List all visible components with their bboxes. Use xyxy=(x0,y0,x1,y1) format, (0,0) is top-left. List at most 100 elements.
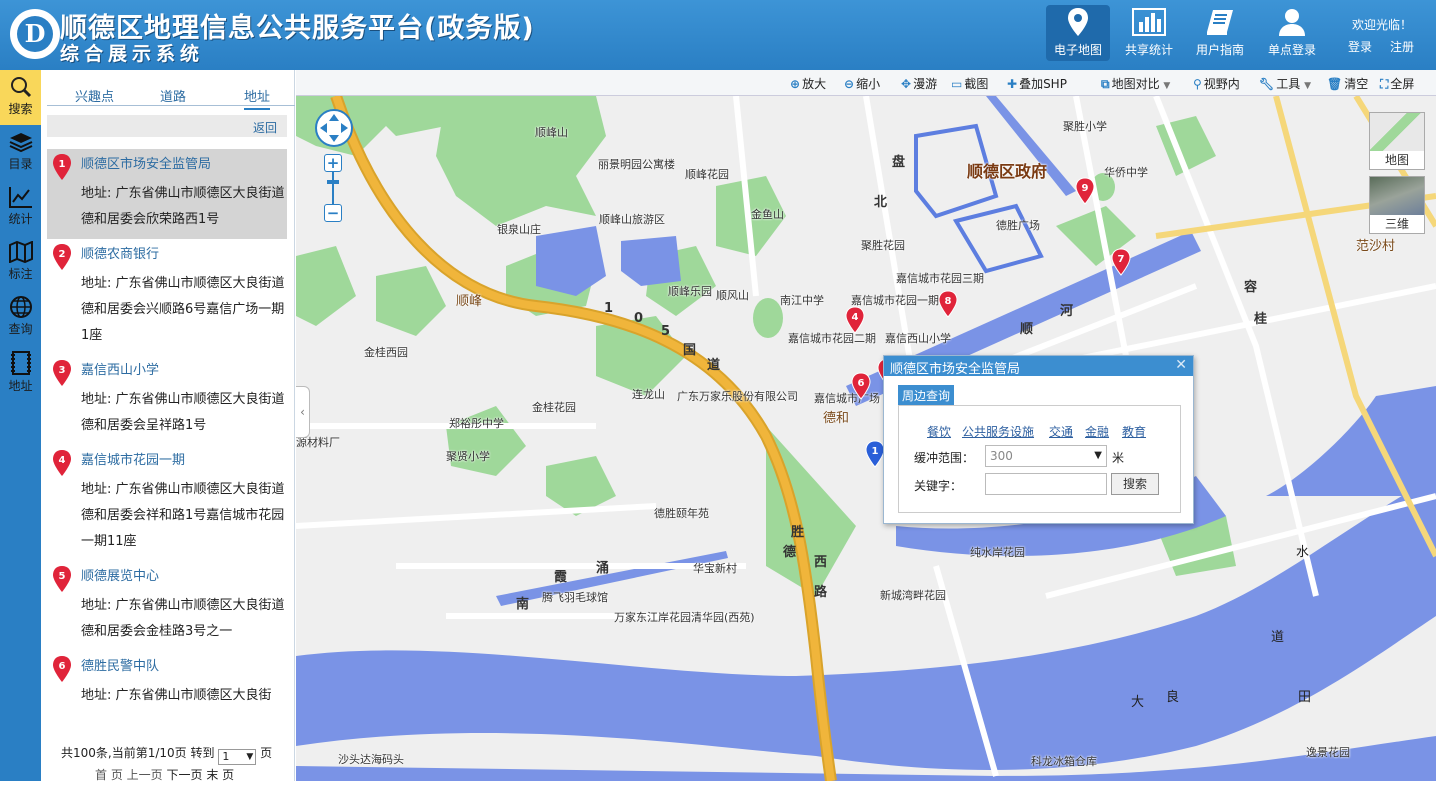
nav-shared-stats[interactable]: 共享统计 xyxy=(1117,5,1181,61)
tool-in-view[interactable]: ⚲ 视野内 xyxy=(1193,75,1240,92)
result-name[interactable]: 顺德区市场安全监管局 xyxy=(81,155,287,175)
first-page-link[interactable]: 首 页 xyxy=(95,768,123,782)
screenshot-icon: ▭ xyxy=(951,77,963,91)
nav-single-login[interactable]: 单点登录 xyxy=(1260,5,1324,61)
register-link[interactable]: 注册 xyxy=(1390,38,1414,55)
category-education[interactable]: 教育 xyxy=(1122,423,1146,440)
result-name[interactable]: 顺德展览中心 xyxy=(81,567,287,587)
nav-user-guide[interactable]: 用户指南 xyxy=(1188,5,1252,61)
sidebar-item-catalog[interactable]: 目录 xyxy=(0,125,41,180)
map-label: 南江中学 xyxy=(780,294,824,307)
tool-overlay-shp[interactable]: ✚ 叠加SHP xyxy=(1007,75,1067,92)
map-label: 广东万家乐股份有限公司 xyxy=(677,390,798,403)
layers-icon xyxy=(9,133,32,153)
category-transport[interactable]: 交通 xyxy=(1049,423,1073,440)
nav-electronic-map[interactable]: 电子地图 xyxy=(1046,5,1110,61)
pan-control[interactable] xyxy=(314,108,354,151)
result-item[interactable]: 6 德胜民警中队 地址: 广东省佛山市顺德区大良街 xyxy=(47,651,287,715)
tab-poi[interactable]: 兴趣点 xyxy=(75,86,114,105)
result-name[interactable]: 嘉信西山小学 xyxy=(81,361,287,381)
search-panel: 兴趣点 道路 地址 返回 1 顺德区市场安全监管局地址: 广东省佛山市顺德区大良街… xyxy=(41,70,329,782)
tool-zoom-out[interactable]: ⊖ 缩小 xyxy=(844,75,880,92)
back-bar: 返回 xyxy=(47,115,287,137)
map-label: 顺风山 xyxy=(716,289,749,302)
login-link[interactable]: 登录 xyxy=(1348,38,1372,55)
tool-zoom-in[interactable]: ⊕ 放大 xyxy=(790,75,826,92)
category-dining[interactable]: 餐饮 xyxy=(927,423,951,440)
road-label: 容 xyxy=(1244,280,1258,295)
keyword-input[interactable] xyxy=(985,473,1107,495)
result-name[interactable]: 顺德农商银行 xyxy=(81,245,287,265)
svg-text:4: 4 xyxy=(852,312,859,323)
search-icon xyxy=(10,77,31,98)
chevron-down-icon: ▼ xyxy=(1094,450,1102,461)
road-label: 5 xyxy=(661,324,671,339)
result-item[interactable]: 5 顺德展览中心 地址: 广东省佛山市顺德区大良街道德和居委会金桂路3号之一 xyxy=(47,561,287,651)
globe-icon xyxy=(9,296,32,318)
map-result-pin[interactable]: 6 xyxy=(850,372,872,403)
sidebar-item-search[interactable]: 搜索 xyxy=(0,70,41,125)
page-select[interactable]: 1 ▼ xyxy=(218,749,257,765)
collapse-panel-button[interactable]: ‹ xyxy=(296,386,310,438)
result-item[interactable]: 3 嘉信西山小学 地址: 广东省佛山市顺德区大良街道德和居委会呈祥路1号 xyxy=(47,355,287,445)
result-item[interactable]: 1 顺德区市场安全监管局 地址: 广东省佛山市顺德区大良街道德和居委会欣荣路西1号 xyxy=(47,149,287,239)
search-button[interactable]: 搜索 xyxy=(1111,473,1159,495)
next-page-link[interactable]: 下一页 xyxy=(167,768,203,782)
pager: 共100条,当前第1/10页 转到 1 ▼ 页 首 页 上一页 下一页 末 页 xyxy=(61,744,291,782)
basemap-3d[interactable]: 三维 xyxy=(1369,176,1425,234)
tab-nearby-query[interactable]: 周边查询 xyxy=(898,385,955,405)
tab-address[interactable]: 地址 xyxy=(244,86,271,110)
buffer-select[interactable]: 300 ▼ xyxy=(985,445,1107,467)
map-result-pin[interactable]: 7 xyxy=(1110,248,1132,279)
map-label: 聚贤小学 xyxy=(446,450,490,463)
tab-road[interactable]: 道路 xyxy=(160,86,186,105)
road-label: 1 xyxy=(604,301,614,316)
tool-tools[interactable]: 🔧︎ 工具 ▼ xyxy=(1259,75,1311,92)
category-public-facility[interactable]: 公共服务设施 xyxy=(962,423,1034,440)
zoom-out-button[interactable]: − xyxy=(324,204,342,222)
tool-fullscreen[interactable]: ⛶ 全屏 xyxy=(1380,75,1414,92)
zoom-in-button[interactable]: + xyxy=(324,154,342,172)
svg-text:2: 2 xyxy=(59,249,66,260)
result-item[interactable]: 2 顺德农商银行 地址: 广东省佛山市顺德区大良街道德和居委会兴顺路6号嘉信广场一期… xyxy=(47,239,287,355)
map-label: 华侨中学 xyxy=(1104,166,1148,179)
category-finance[interactable]: 金融 xyxy=(1085,423,1109,440)
last-page-link[interactable]: 末 页 xyxy=(206,768,234,782)
map-result-pin[interactable]: 4 xyxy=(844,306,866,337)
map-canvas[interactable]: 顺峰山 丽景明园公寓楼 顺峰花园 银泉山庄 顺峰山旅游区 金鱼山 顺峰乐园 顺风… xyxy=(296,96,1436,781)
svg-text:4: 4 xyxy=(59,455,66,466)
back-link[interactable]: 返回 xyxy=(253,119,277,136)
result-name[interactable]: 嘉信城市花园一期 xyxy=(81,451,287,471)
info-popup: 顺德区市场安全监管局 ✕ 周边查询 餐饮 公共服务设施 交通 金融 教育 缓冲范… xyxy=(883,355,1194,524)
nearby-query-form: 餐饮 公共服务设施 交通 金融 教育 缓冲范围： 300 ▼ 米 关键字： 搜索 xyxy=(898,405,1181,513)
tool-map-compare[interactable]: ⧉ 地图对比 ▼ xyxy=(1101,75,1170,92)
svg-text:1: 1 xyxy=(59,159,66,170)
map-pin-icon: 2 xyxy=(51,243,73,274)
sidebar-item-address[interactable]: 地址 xyxy=(0,345,41,400)
map-label: 德胜广场 xyxy=(996,219,1040,232)
result-name[interactable]: 德胜民警中队 xyxy=(81,657,287,677)
map-pin-icon: 6 xyxy=(51,655,73,686)
sidebar-item-statistics[interactable]: 统计 xyxy=(0,180,41,235)
sidebar-item-query[interactable]: 查询 xyxy=(0,290,41,345)
tool-clear[interactable]: 🗑︎ 清空 xyxy=(1327,75,1368,92)
map-result-pin[interactable]: 8 xyxy=(937,290,959,321)
svg-text:1: 1 xyxy=(872,446,879,457)
basemap-graphics xyxy=(296,96,1436,781)
header-bar: D 顺德区地理信息公共服务平台(政务版) 综合展示系统 电子地图 共享统计 用户… xyxy=(0,0,1436,70)
road-label: 河 xyxy=(1060,304,1074,319)
close-icon[interactable]: ✕ xyxy=(1175,357,1187,373)
road-label: 德 xyxy=(783,545,797,560)
result-item[interactable]: 4 嘉信城市花园一期 地址: 广东省佛山市顺德区大良街道德和居委会祥和路1号嘉信城市… xyxy=(47,445,287,561)
water-label: 水 xyxy=(1296,545,1310,560)
basemap-map[interactable]: 地图 xyxy=(1369,112,1425,170)
result-list: 1 顺德区市场安全监管局 地址: 广东省佛山市顺德区大良街道德和居委会欣荣路西1号 2… xyxy=(47,149,287,794)
map-label: 顺峰 xyxy=(456,294,483,309)
prev-page-link[interactable]: 上一页 xyxy=(127,768,163,782)
result-address: 地址: 广东省佛山市顺德区大良街道德和居委会呈祥路1号 xyxy=(81,392,285,433)
map-result-pin[interactable]: 9 xyxy=(1074,177,1096,208)
pager-summary: 共100条,当前第1/10页 转到 xyxy=(61,746,215,760)
tool-pan[interactable]: ✥ 漫游 xyxy=(901,75,937,92)
sidebar-item-annotation[interactable]: 标注 xyxy=(0,235,41,290)
tool-screenshot[interactable]: ▭ 截图 xyxy=(951,75,988,92)
